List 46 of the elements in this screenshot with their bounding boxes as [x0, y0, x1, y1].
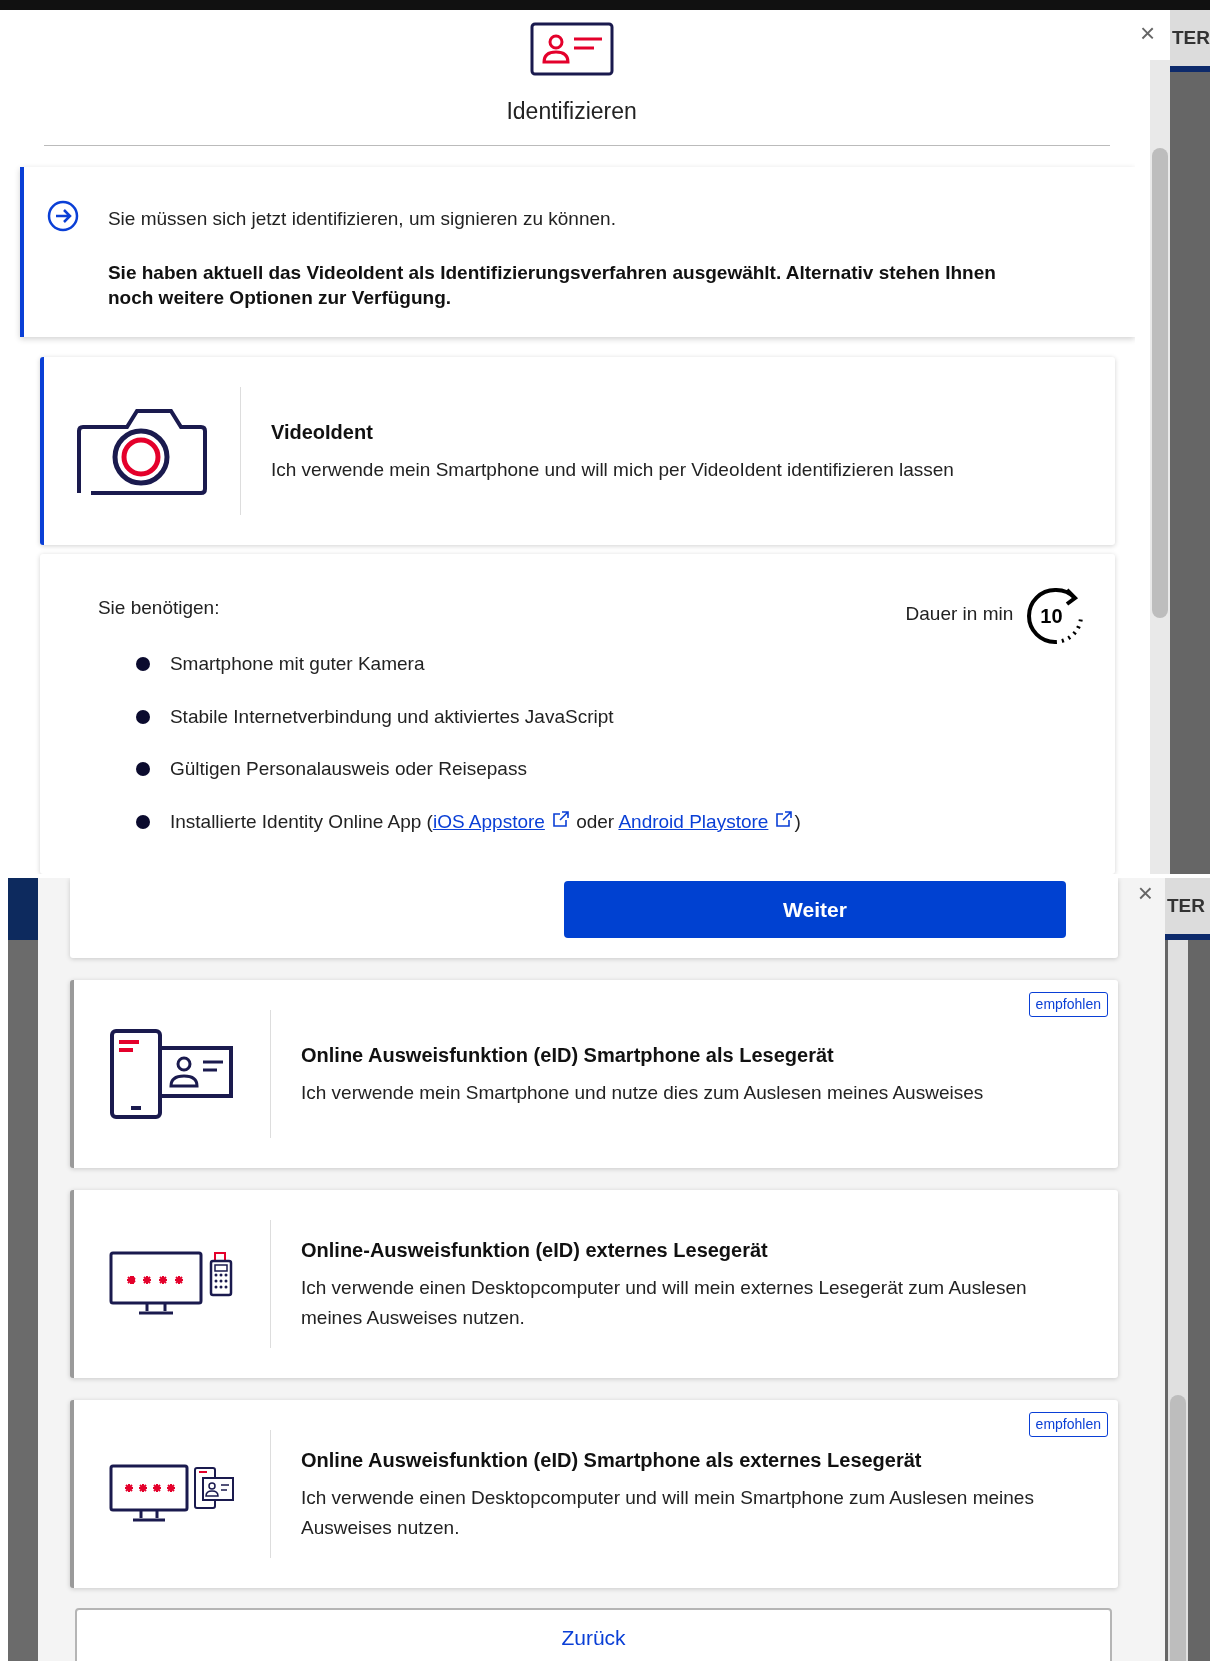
- duration-label: Dauer in min: [905, 601, 1014, 626]
- requirements-heading: Sie benötigen:: [97, 596, 220, 620]
- scrollbar-thumb[interactable]: [1170, 1395, 1186, 1661]
- method-description: Ich verwende mein Smartphone und will mich per VideoIdent identifizieren lassen: [270, 458, 954, 482]
- back-button[interactable]: Zurück: [75, 1608, 1112, 1661]
- monitor-phone-icon: [109, 1464, 235, 1524]
- requirement-text: Gültigen Personalausweis oder Reisepass: [169, 757, 527, 781]
- method-card[interactable]: empfohlen Online Ausweisfunktion (eID) Smartphone als Lesegerät Ich verwende mein Smartphone und nutze dies zum Auslesen meines Ausweises: [70, 980, 1118, 1168]
- bullet-icon: [135, 814, 150, 829]
- info-message: Sie müssen sich jetzt identifizieren, um signieren zu können.: [107, 207, 617, 232]
- method-description: Ich verwende einen Desktopcomputer und will mein externes Lesegerät zum Auslesen meines Ausweises nutzen.: [301, 1276, 1028, 1330]
- requirement-text: Stabile Internetverbindung und aktiviertes JavaScript: [169, 704, 614, 729]
- close-button[interactable]: ×: [1140, 20, 1156, 46]
- external-link-icon: [774, 809, 795, 830]
- method-card[interactable]: Online-Ausweisfunktion (eID) externes Lesegerät Ich verwende einen Desktopcomputer und will mein externes Lesegerät zum Auslesen meines Ausweises nutzen.: [70, 1190, 1118, 1378]
- method-title: Online Ausweisfunktion (eID) Smartphone als Lesegerät: [301, 1043, 835, 1068]
- method-card[interactable]: empfohlen Online Ausweisfunktion (eID) Smartphone als externes Lesegerät Ich verwende einen Desktopcomputer und will mein Smartphone zum Auslesen meines Ausweises nutzen.: [70, 1400, 1118, 1588]
- monitor-card-reader-icon: [109, 1251, 235, 1317]
- background-page-text: TER: [1166, 893, 1205, 918]
- close-button[interactable]: ×: [1137, 880, 1153, 906]
- bullet-icon: [135, 762, 150, 777]
- method-description: Ich verwende einen Desktopcomputer und will mein Smartphone zum Auslesen meines Ausweises nutzen.: [301, 1486, 1035, 1540]
- method-card[interactable]: VideoIdent Ich verwende mein Smartphone und will mich per VideoIdent identifizieren lassen: [39, 357, 1116, 545]
- bullet-icon: [135, 709, 150, 724]
- info-note: Sie haben aktuell das VideoIdent als Identifizierungsverfahren ausgewählt. Alternativ stehen Ihnen noch weitere Optionen zur Verfügung.: [107, 260, 997, 310]
- id-card-icon: [529, 22, 614, 76]
- phone-id-card-icon: [109, 1028, 235, 1120]
- page-header-band: [8, 878, 38, 940]
- method-title: Online Ausweisfunktion (eID) Smartphone als externes Lesegerät: [301, 1448, 923, 1473]
- requirement-text: Installierte Identity Online App (iOS Appstore oder Android Playstore ): [169, 808, 801, 834]
- recommended-badge: empfohlen: [1028, 1412, 1108, 1437]
- recommended-badge: empfohlen: [1028, 992, 1108, 1017]
- store-link[interactable]: iOS Appstore: [432, 810, 571, 832]
- arrow-right-circle-icon: [45, 199, 80, 234]
- continue-button[interactable]: Weiter: [564, 881, 1066, 938]
- duration-value: 10: [1040, 606, 1063, 626]
- method-title: Online-Ausweisfunktion (eID) externes Lesegerät: [301, 1238, 769, 1263]
- method-title: VideoIdent: [270, 420, 374, 445]
- scrollbar-thumb[interactable]: [1152, 148, 1169, 618]
- dialog-title: Identifizieren: [506, 97, 637, 126]
- external-link-icon: [550, 809, 571, 830]
- background-page-text: TER: [1171, 25, 1210, 50]
- bullet-icon: [135, 657, 150, 672]
- method-description: Ich verwende mein Smartphone und nutze dies zum Auslesen meines Ausweises: [301, 1081, 984, 1105]
- requirement-text: Smartphone mit guter Kamera: [169, 652, 425, 676]
- store-link[interactable]: Android Playstore: [618, 810, 795, 832]
